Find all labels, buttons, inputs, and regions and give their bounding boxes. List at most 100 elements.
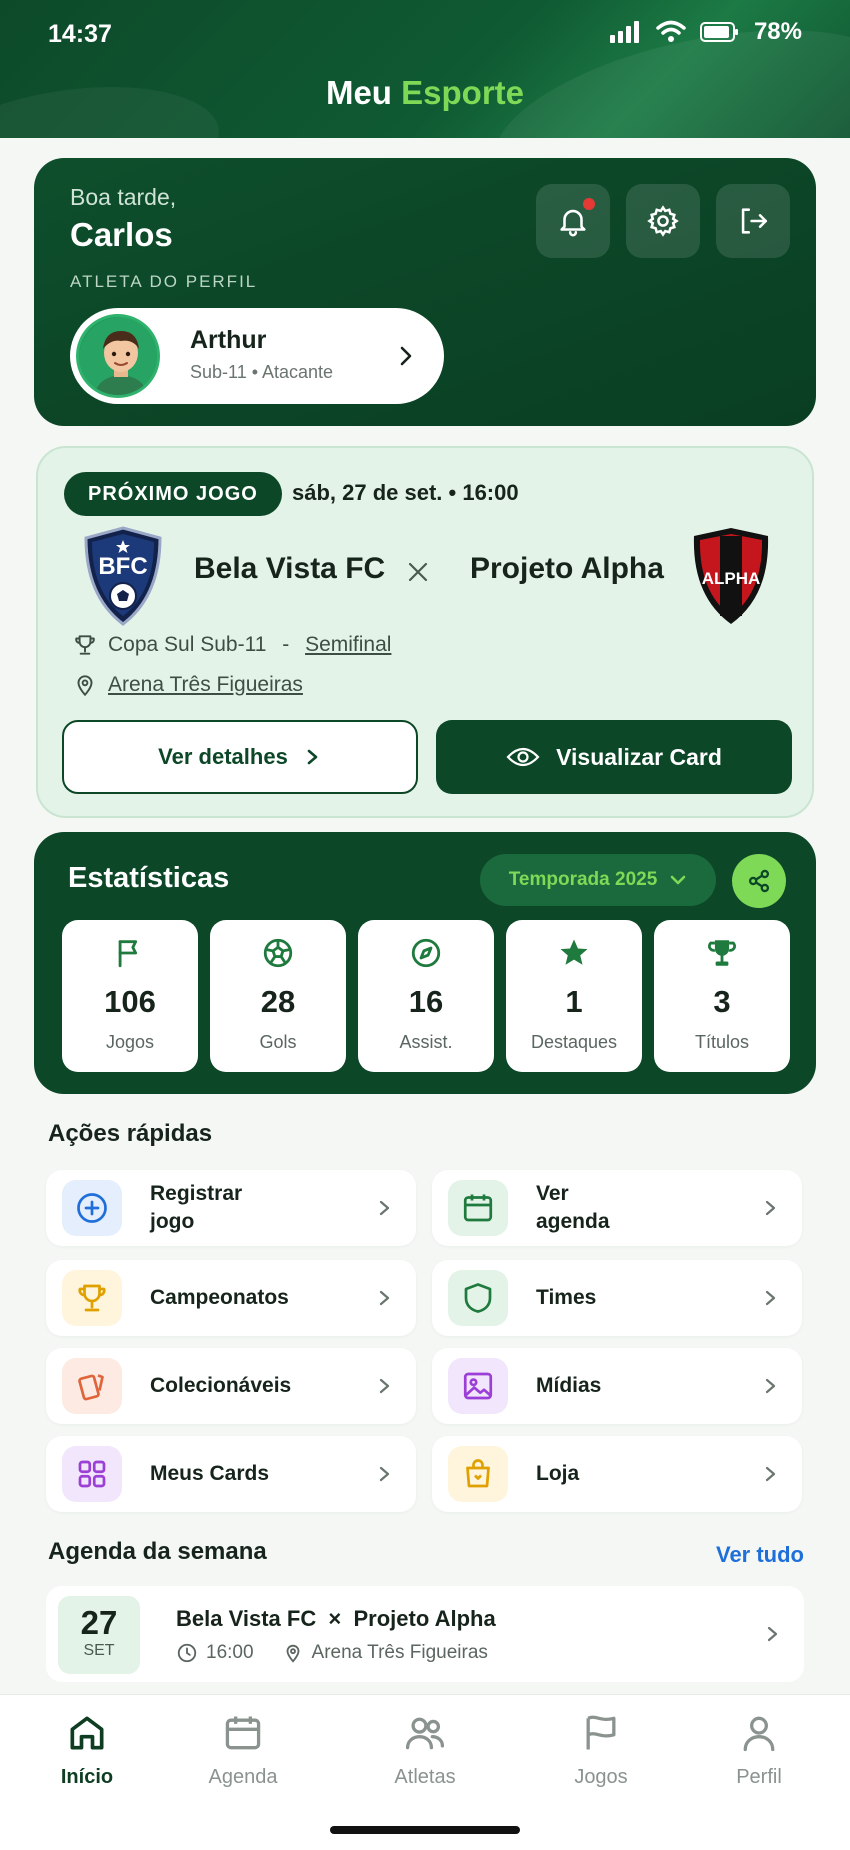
statistics-title: Estatísticas	[68, 862, 230, 894]
chevron-right-icon	[307, 749, 318, 765]
calendar-icon	[463, 1194, 493, 1222]
quick-action-store[interactable]: Loja	[432, 1436, 802, 1512]
season-selector[interactable]: Temporada 2025	[480, 854, 716, 906]
quick-action-collectibles[interactable]: Colecionáveis	[46, 1348, 416, 1424]
competition-info: Copa Sul Sub-11 - Semifinal	[72, 632, 391, 658]
event-date-box: 27 SET	[58, 1596, 140, 1674]
nav-tab-athletes[interactable]: Atletas	[365, 1711, 485, 1789]
quick-action-media[interactable]: Mídias	[432, 1348, 802, 1424]
stat-assists: 16 Assist.	[358, 920, 494, 1072]
chevron-right-icon	[379, 1466, 390, 1482]
nav-tab-home[interactable]: Início	[27, 1711, 147, 1789]
nav-tab-games[interactable]: Jogos	[541, 1711, 661, 1789]
chevron-right-icon	[765, 1378, 776, 1394]
quick-action-my-cards[interactable]: Meus Cards	[46, 1436, 416, 1512]
nav-label: Atletas	[394, 1766, 456, 1788]
season-label: Temporada 2025	[508, 869, 658, 890]
chevron-right-icon	[765, 1290, 776, 1306]
nav-label: Perfil	[736, 1766, 782, 1788]
quick-action-teams[interactable]: Times	[432, 1260, 802, 1336]
battery-percent: 78%	[753, 18, 802, 45]
eye-icon	[506, 747, 540, 767]
away-team-name: Projeto Alpha	[470, 552, 664, 585]
quick-action-label: Loja	[536, 1462, 580, 1485]
schedule-event-item[interactable]: 27 SET Bela Vista FC × Projeto Alpha 16:…	[46, 1586, 804, 1682]
quick-action-label: Meus Cards	[150, 1462, 270, 1485]
chevron-right-icon	[379, 1378, 390, 1394]
quick-actions-title: Ações rápidas	[48, 1120, 213, 1147]
user-name: Carlos	[70, 216, 173, 253]
stat-value: 16	[408, 984, 444, 1019]
quick-action-icon-box	[62, 1270, 122, 1326]
stat-label: Jogos	[105, 1032, 155, 1052]
stat-value: 28	[260, 984, 296, 1019]
nav-label: Início	[60, 1766, 114, 1788]
shopping-bag-icon	[466, 1459, 490, 1488]
away-team-crest: ALPHA	[693, 528, 769, 624]
event-month: SET	[83, 1642, 115, 1659]
chevron-right-icon	[765, 1466, 776, 1482]
trophy-icon	[708, 940, 736, 966]
home-team-crest: BFC	[84, 526, 162, 626]
athlete-selector[interactable]: Arthur Sub-11 • Atacante	[70, 308, 444, 404]
quick-action-icon-box	[448, 1180, 508, 1236]
match-datetime: sáb, 27 de set. • 16:00	[292, 480, 519, 505]
chevron-right-icon	[379, 1200, 390, 1216]
quick-action-label: Campeonatos	[150, 1286, 289, 1309]
quick-action-icon-box	[62, 1180, 122, 1236]
location-pin-icon	[286, 1644, 299, 1663]
quick-action-label: Ver agenda	[536, 1182, 610, 1233]
star-icon	[560, 939, 588, 965]
gear-icon	[647, 205, 679, 237]
quick-action-icon-box	[448, 1358, 508, 1414]
quick-action-view-schedule[interactable]: Ver agenda	[432, 1170, 802, 1246]
home-indicator	[330, 1826, 520, 1834]
stat-highlights: 1 Destaques	[506, 920, 642, 1072]
view-card-button[interactable]: Visualizar Card	[436, 720, 792, 794]
nav-tab-agenda[interactable]: Agenda	[183, 1711, 303, 1789]
chevron-right-icon	[379, 1290, 390, 1306]
greeting-text: Boa tarde,	[70, 184, 177, 210]
greeting-card: Boa tarde, Carlos ATLETA DO PERFIL Arthu…	[34, 158, 816, 426]
notifications-button[interactable]	[536, 184, 610, 258]
users-icon	[405, 1717, 445, 1750]
quick-action-icon-box	[448, 1446, 508, 1502]
quick-action-icon-box	[62, 1358, 122, 1414]
quick-action-championships[interactable]: Campeonatos	[46, 1260, 416, 1336]
signal-icon	[609, 21, 639, 43]
shield-icon	[464, 1283, 492, 1313]
stat-value: 3	[713, 984, 731, 1019]
app-title: Meu Esporte	[0, 74, 850, 112]
view-details-button[interactable]: Ver detalhes	[62, 720, 418, 794]
stat-goals: 28 Gols	[210, 920, 346, 1072]
competition-name: Copa Sul Sub-11	[108, 633, 267, 656]
plus-circle-icon	[77, 1193, 107, 1223]
competition-stage-link[interactable]: Semifinal	[305, 633, 391, 657]
settings-button[interactable]	[626, 184, 700, 258]
versus-icon	[408, 562, 428, 582]
athlete-avatar	[76, 314, 160, 398]
trophy-icon	[78, 1284, 106, 1312]
flag-icon	[118, 940, 138, 968]
view-card-label: Visualizar Card	[556, 743, 722, 770]
home-team-name: Bela Vista FC	[194, 552, 386, 585]
logout-button[interactable]	[716, 184, 790, 258]
share-button[interactable]	[732, 854, 786, 908]
logout-icon	[741, 208, 768, 234]
quick-action-register-game[interactable]: Registrar jogo	[46, 1170, 416, 1246]
event-day: 27	[80, 1604, 118, 1641]
see-all-link[interactable]: Ver tudo	[716, 1542, 804, 1568]
cards-icon	[78, 1374, 104, 1401]
event-title: Bela Vista FC × Projeto Alpha	[176, 1606, 496, 1631]
stat-label: Destaques	[530, 1032, 618, 1052]
flag-icon	[586, 1715, 616, 1750]
chevron-right-icon	[400, 346, 412, 366]
next-match-card: PRÓXIMO JOGO sáb, 27 de set. • 16:00 BFC…	[36, 446, 814, 818]
nav-tab-profile[interactable]: Perfil	[699, 1711, 819, 1789]
stat-label: Assist.	[399, 1032, 453, 1052]
stat-value: 106	[104, 984, 156, 1019]
event-meta: 16:00 Arena Três Figueiras	[176, 1642, 488, 1664]
venue-link[interactable]: Arena Três Figueiras	[108, 673, 303, 697]
nav-label: Agenda	[208, 1766, 278, 1788]
chevron-right-icon	[767, 1626, 778, 1642]
